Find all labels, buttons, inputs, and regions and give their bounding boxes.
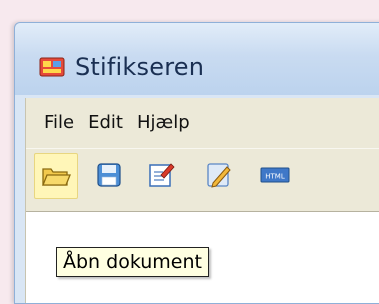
toolbar: HTML (26, 148, 379, 209)
write-button[interactable] (198, 153, 240, 197)
title-bar[interactable]: Stifikseren (15, 23, 379, 95)
menu-edit[interactable]: Edit (88, 112, 137, 133)
open-button[interactable] (34, 153, 78, 199)
html-icon: HTML (260, 166, 290, 184)
tooltip: Åbn dokument (56, 247, 209, 277)
edit-document-button[interactable] (140, 153, 182, 197)
save-disk-icon (96, 162, 122, 188)
html-button[interactable]: HTML (254, 153, 296, 197)
pencil-page-icon (205, 161, 233, 189)
menu-bar: File Edit Hjælp (26, 98, 379, 146)
window-title: Stifikseren (75, 53, 205, 81)
app-icon (39, 56, 65, 78)
menu-file[interactable]: File (26, 112, 88, 133)
save-button[interactable] (88, 153, 130, 197)
edit-document-icon (147, 161, 175, 189)
folder-open-icon (41, 163, 71, 189)
svg-text:HTML: HTML (265, 173, 285, 181)
menu-help[interactable]: Hjælp (137, 112, 204, 133)
